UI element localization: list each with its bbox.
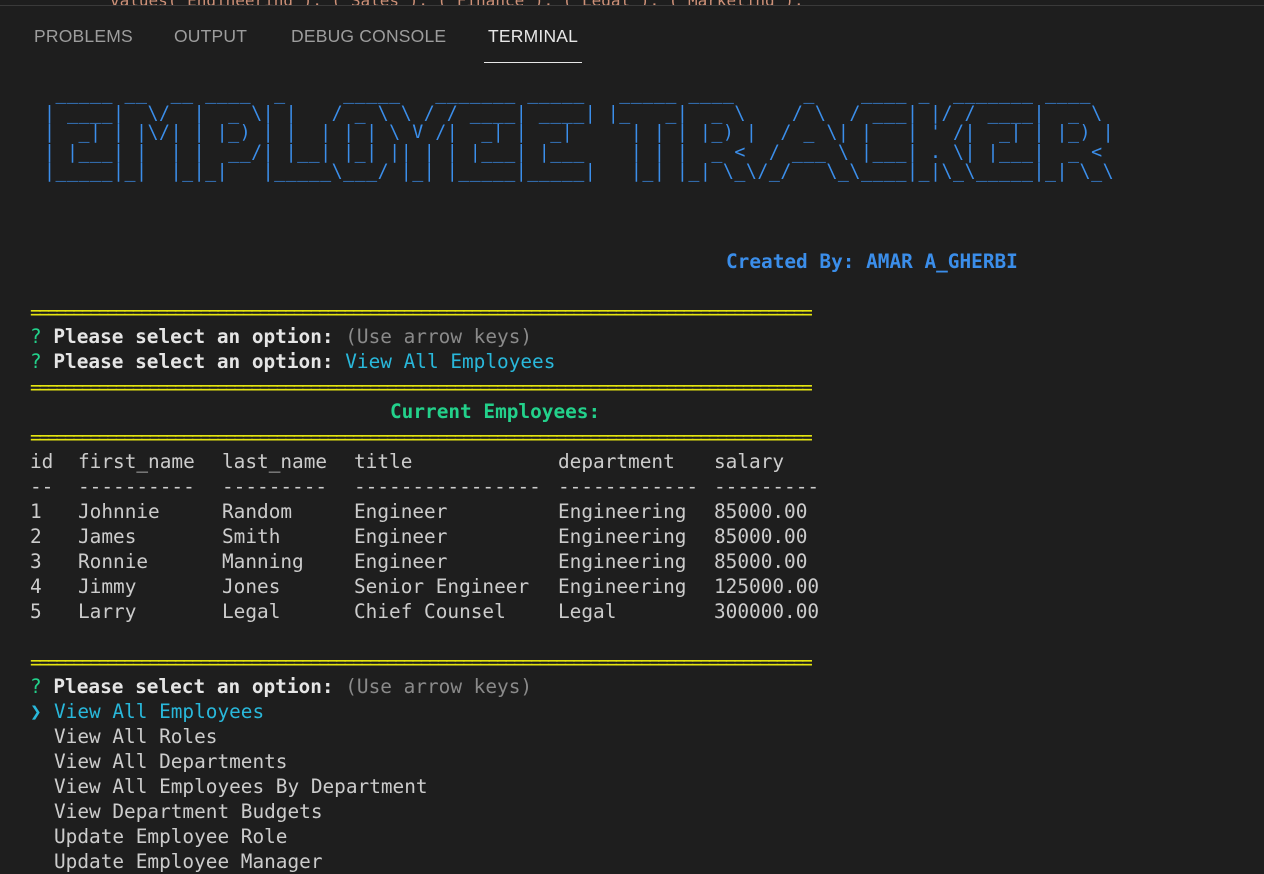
prompt-label: Please select an option: bbox=[53, 325, 334, 348]
prompt-hint: (Use arrow keys) bbox=[345, 675, 533, 698]
col-header-first-name: first_name bbox=[78, 450, 195, 473]
prompt-answer: View All Employees bbox=[345, 350, 556, 373]
tab-problems[interactable]: PROBLEMS bbox=[34, 26, 133, 47]
prompt-answer-line: ? Please select an option: View All Empl… bbox=[30, 349, 555, 374]
divider-cell: ---------------- bbox=[354, 475, 541, 498]
section-title: Current Employees: bbox=[390, 400, 601, 423]
cell-first-name: Jimmy bbox=[78, 575, 137, 598]
menu-item-view-employees-by-department[interactable]: View All Employees By Department bbox=[54, 774, 428, 799]
cell-last-name: Random bbox=[222, 500, 293, 523]
cell-id: 5 bbox=[30, 600, 42, 623]
separator-line: ========================================… bbox=[30, 301, 813, 324]
separator-line: ========================================… bbox=[30, 426, 813, 449]
cell-salary: 85000.00 bbox=[714, 525, 808, 548]
cell-first-name: Ronnie bbox=[78, 550, 149, 573]
tab-terminal[interactable]: TERMINAL bbox=[488, 26, 578, 47]
prompt-qmark: ? bbox=[30, 675, 42, 698]
cell-title: Engineer bbox=[354, 525, 448, 548]
cell-title: Senior Engineer bbox=[354, 575, 530, 598]
prompt-qmark: ? bbox=[30, 325, 42, 348]
cell-id: 3 bbox=[30, 550, 42, 573]
cell-first-name: Johnnie bbox=[78, 500, 160, 523]
col-header-id: id bbox=[30, 450, 54, 473]
prompt-line: ? Please select an option: (Use arrow ke… bbox=[30, 674, 532, 699]
separator-line: ========================================… bbox=[30, 651, 813, 674]
divider-cell: ---------- bbox=[78, 475, 195, 498]
cell-salary: 85000.00 bbox=[714, 500, 808, 523]
menu-item-view-department-budgets[interactable]: View Department Budgets bbox=[54, 799, 323, 824]
menu-item-view-all-roles[interactable]: View All Roles bbox=[54, 724, 217, 749]
cell-id: 4 bbox=[30, 575, 42, 598]
divider-cell: --------- bbox=[222, 475, 328, 498]
cell-title: Engineer bbox=[354, 500, 448, 523]
separator-line: ========================================… bbox=[30, 376, 813, 399]
cell-department: Engineering bbox=[558, 575, 687, 598]
cell-salary: 300000.00 bbox=[714, 600, 820, 623]
prompt-label: Please select an option: bbox=[53, 350, 334, 373]
active-tab-indicator bbox=[484, 62, 582, 63]
cell-salary: 125000.00 bbox=[714, 575, 820, 598]
selection-pointer-icon: ❯ bbox=[30, 700, 42, 723]
cell-first-name: Larry bbox=[78, 600, 137, 623]
col-header-title: title bbox=[354, 450, 413, 473]
tab-debug-console[interactable]: DEBUG CONSOLE bbox=[291, 26, 446, 47]
cell-title: Chief Counsel bbox=[354, 600, 506, 623]
prompt-label: Please select an option: bbox=[53, 675, 334, 698]
cell-id: 2 bbox=[30, 525, 42, 548]
prompt-qmark: ? bbox=[30, 350, 42, 373]
cell-first-name: James bbox=[78, 525, 137, 548]
panel-tab-bar: PROBLEMS OUTPUT DEBUG CONSOLE TERMINAL bbox=[0, 6, 1264, 64]
cell-department: Engineering bbox=[558, 525, 687, 548]
cell-department: Legal bbox=[558, 600, 617, 623]
cell-last-name: Legal bbox=[222, 600, 281, 623]
menu-item-view-all-departments[interactable]: View All Departments bbox=[54, 749, 287, 774]
cell-title: Engineer bbox=[354, 550, 448, 573]
menu-item-update-employee-manager[interactable]: Update Employee Manager bbox=[54, 849, 323, 874]
menu-item-update-employee-role[interactable]: Update Employee Role bbox=[54, 824, 287, 849]
cell-id: 1 bbox=[30, 500, 42, 523]
divider-cell: -- bbox=[30, 475, 54, 498]
col-header-salary: salary bbox=[714, 450, 785, 473]
cell-department: Engineering bbox=[558, 550, 687, 573]
col-header-last-name: last_name bbox=[222, 450, 328, 473]
terminal-output[interactable]: ========================================… bbox=[0, 64, 1264, 874]
cell-last-name: Jones bbox=[222, 575, 281, 598]
menu-item-view-all-employees[interactable]: View All Employees bbox=[54, 699, 264, 724]
prompt-line: ? Please select an option: (Use arrow ke… bbox=[30, 324, 532, 349]
divider-cell: ------------ bbox=[558, 475, 699, 498]
tab-output[interactable]: OUTPUT bbox=[174, 26, 247, 47]
col-header-department: department bbox=[558, 450, 675, 473]
cell-department: Engineering bbox=[558, 500, 687, 523]
divider-cell: --------- bbox=[714, 475, 820, 498]
cell-last-name: Smith bbox=[222, 525, 281, 548]
cell-last-name: Manning bbox=[222, 550, 304, 573]
cell-salary: 85000.00 bbox=[714, 550, 808, 573]
prompt-hint: (Use arrow keys) bbox=[345, 325, 533, 348]
